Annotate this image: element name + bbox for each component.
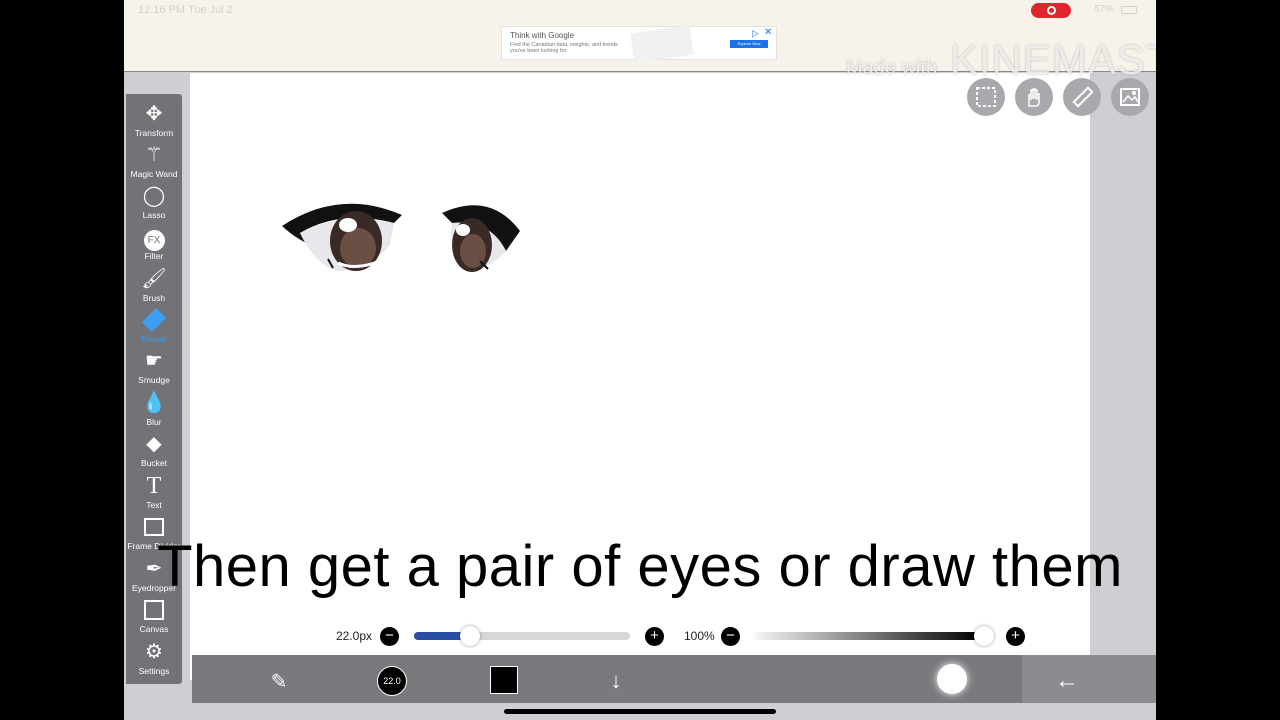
- brush-size-value: 22.0px: [336, 629, 373, 643]
- save-down-button[interactable]: ↓: [604, 666, 628, 696]
- layers-button[interactable]: [1111, 78, 1149, 116]
- color-button[interactable]: [490, 666, 518, 694]
- screen-record-badge[interactable]: [1031, 3, 1071, 18]
- kinemaster-watermark: Made with KINEMASTER: [846, 36, 1156, 84]
- ruler-icon: [1072, 86, 1093, 108]
- tool-label: Brush: [142, 293, 166, 303]
- bucket-icon: ◆: [146, 433, 162, 455]
- bottom-toolbar: [192, 655, 1156, 703]
- brush-preview: 22.0: [377, 666, 407, 696]
- ad-banner[interactable]: Think with Google Find the Canadian data…: [501, 24, 777, 64]
- home-indicator[interactable]: [504, 709, 776, 714]
- drop-icon: 💧: [141, 392, 167, 414]
- ad-choices-icon[interactable]: ▷: [752, 28, 759, 38]
- ad-phone-image: [630, 24, 694, 64]
- tool-label: Filter: [144, 251, 164, 261]
- eraser-icon: [126, 307, 182, 333]
- tool-label: Settings: [138, 666, 170, 676]
- text-icon: T: [146, 473, 162, 499]
- move-arrows-icon: ✥: [145, 103, 163, 125]
- tool-canvas[interactable]: Canvas: [126, 598, 182, 634]
- tool-label: Blur: [146, 417, 162, 427]
- opacity-decrease-button[interactable]: −: [721, 627, 740, 646]
- ad-close-icon[interactable]: ✕: [764, 28, 772, 38]
- opacity-knob[interactable]: [974, 626, 994, 646]
- hand-icon: [1028, 88, 1040, 107]
- tool-blur[interactable]: 💧 Blur: [126, 391, 182, 427]
- watermark-prefix: Made with: [846, 57, 938, 79]
- arrow-down-icon: ↓: [610, 668, 622, 693]
- ad-cta-button[interactable]: Explore Now: [730, 40, 768, 48]
- video-caption: Then get a pair of eyes or draw them: [157, 534, 1123, 599]
- opacity-slider[interactable]: [754, 632, 980, 640]
- magic-wand-icon: ⚚: [145, 144, 163, 166]
- tool-label: Magic Wand: [130, 169, 178, 179]
- tool-label: Smudge: [138, 375, 170, 385]
- app-screen: 12:16 PM Tue Jul 2 57% Think with Google…: [124, 0, 1156, 720]
- battery-icon: [1121, 6, 1137, 14]
- opacity-increase-button[interactable]: +: [1006, 627, 1025, 646]
- battery-level: 57%: [1094, 4, 1115, 15]
- assistive-touch-button[interactable]: [937, 664, 967, 694]
- opacity-value: 100%: [684, 629, 715, 643]
- brush-icon: 🖌: [141, 268, 167, 290]
- image-icon: [1120, 88, 1140, 106]
- tool-eraser[interactable]: Eraser: [126, 307, 182, 344]
- tool-bucket[interactable]: ◆ Bucket: [126, 432, 182, 468]
- bottom-toolbar-right: [1022, 655, 1156, 703]
- tool-label: Canvas: [139, 624, 169, 634]
- brush-eraser-icon: ✎: [270, 670, 288, 693]
- brush-size-increase-button[interactable]: +: [645, 627, 664, 646]
- tool-filter[interactable]: FX Filter: [126, 225, 182, 261]
- smudge-icon: ☛: [145, 350, 163, 372]
- back-button[interactable]: ←: [1052, 666, 1082, 696]
- gear-icon: ⚙: [145, 641, 163, 663]
- brush-size-slider[interactable]: [414, 632, 630, 640]
- lasso-icon: ◯: [142, 185, 166, 207]
- draw-tools-button[interactable]: ✎: [264, 666, 294, 696]
- selection-icon: [976, 87, 996, 107]
- brush-size-decrease-button[interactable]: −: [380, 627, 399, 646]
- tool-smudge[interactable]: ☛ Smudge: [126, 349, 182, 385]
- hand-button[interactable]: [1015, 78, 1053, 116]
- tool-label: Transform: [134, 128, 174, 138]
- ad-text: Find the Canadian data, insights, and tr…: [510, 42, 618, 54]
- fx-icon: FX: [126, 225, 182, 251]
- color-swatch: [490, 666, 518, 694]
- eyes-drawing: [282, 203, 520, 272]
- tool-brush[interactable]: 🖌 Brush: [126, 267, 182, 303]
- brush-size-knob[interactable]: [460, 626, 480, 646]
- tool-transform[interactable]: ✥ Transform: [126, 102, 182, 138]
- record-icon: [1046, 6, 1056, 15]
- tool-label: Text: [146, 500, 162, 510]
- tool-label: Bucket: [141, 458, 167, 468]
- tool-text[interactable]: T Text: [126, 474, 182, 510]
- tool-settings[interactable]: ⚙ Settings: [126, 640, 182, 676]
- right-eye: [442, 205, 520, 272]
- tool-magic-wand[interactable]: ⚚ Magic Wand: [126, 143, 182, 179]
- brush-preview-button[interactable]: 22.0: [377, 666, 407, 696]
- left-eye: [282, 203, 402, 271]
- ruler-button[interactable]: [1063, 78, 1101, 116]
- arrow-left-icon: ←: [1055, 667, 1079, 694]
- tool-label: Lasso: [142, 210, 166, 220]
- status-time: 12:16 PM Tue Jul 2: [138, 4, 233, 16]
- selection-button[interactable]: [967, 78, 1005, 116]
- tool-label: Eraser: [141, 334, 167, 344]
- ad-title: Think with Google: [510, 31, 575, 40]
- watermark-brand: KINEMASTER: [949, 36, 1156, 83]
- canvas-icon: [126, 598, 182, 622]
- tool-lasso[interactable]: ◯ Lasso: [126, 184, 182, 220]
